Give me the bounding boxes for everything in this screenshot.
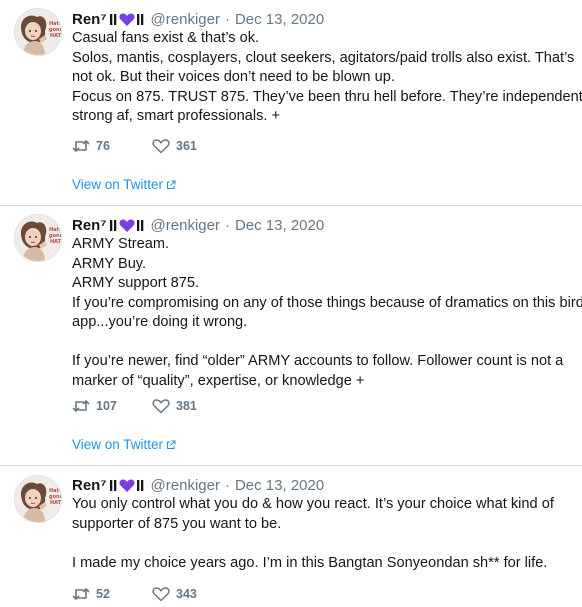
tweet-actions: 76 361	[72, 138, 197, 154]
separator-dot: ·	[224, 10, 230, 28]
retweet-icon	[72, 400, 90, 412]
svg-text:HATE: HATE	[50, 239, 61, 245]
tweet-text-line: ARMY Stream.	[72, 236, 170, 252]
like-button[interactable]: 361	[152, 138, 197, 154]
tweet-actions: 107 381	[72, 398, 197, 414]
view-on-twitter-link[interactable]: View on Twitter	[72, 177, 176, 192]
retweet-button[interactable]: 107	[72, 399, 152, 413]
tweet-text-line: Focus on 875. TRUST 875. They’ve been th…	[72, 88, 582, 105]
view-on-twitter-label: View on Twitter	[72, 437, 164, 452]
tweet-date[interactable]: Dec 13, 2020	[235, 11, 324, 28]
tweet-text-line: If you’re newer, find “older” ARMY accou…	[72, 353, 564, 369]
name-emoji-group	[109, 218, 145, 233]
tweet-text-line: app...you’re doing it wrong.	[72, 314, 248, 330]
view-on-twitter-label: View on Twitter	[72, 177, 164, 192]
like-count: 343	[176, 587, 197, 601]
avatar-illustration: Hater gonna HATE	[15, 9, 61, 55]
avatar[interactable]: Hater gonna HATE	[14, 8, 62, 56]
author-handle[interactable]: @renkiger	[151, 11, 220, 28]
retweet-icon	[72, 588, 90, 600]
tweet-date[interactable]: Dec 13, 2020	[235, 217, 324, 234]
bracket-glyph-icon	[136, 479, 143, 491]
tweet-text-line: strong af, smart professionals. +	[72, 108, 281, 124]
like-button[interactable]: 343	[152, 586, 197, 602]
retweet-button[interactable]: 76	[72, 139, 152, 153]
author-name[interactable]: Ren⁷	[72, 217, 107, 234]
purple-heart-icon	[119, 479, 135, 492]
heart-outline-icon	[152, 139, 170, 154]
author-name[interactable]: Ren⁷	[72, 11, 107, 28]
tweet-header: Ren⁷ @renkiger · Dec 13, 2020	[72, 215, 324, 235]
bracket-glyph-icon	[136, 13, 143, 25]
tweet-date[interactable]: Dec 13, 2020	[235, 477, 324, 494]
separator-dot: ·	[224, 216, 230, 234]
like-button[interactable]: 381	[152, 398, 197, 414]
author-handle[interactable]: @renkiger	[151, 477, 220, 494]
tweet-text: Casual fans exist & that’s ok. Solos, ma…	[72, 29, 582, 127]
heart-outline-icon	[152, 399, 170, 414]
svg-text:HATE: HATE	[50, 500, 61, 506]
tweet-card[interactable]: Hater gonna HATE Ren⁷ @renkiger · Dec 13…	[0, 0, 582, 204]
tweet-text-line: not ok. But their voices don’t need to b…	[72, 69, 395, 85]
retweet-count: 107	[96, 399, 117, 413]
purple-heart-icon	[119, 219, 135, 232]
tweet-card[interactable]: Hater gonna HATE Ren⁷ @renkiger · Dec 13…	[0, 206, 582, 464]
bracket-glyph-icon	[109, 219, 116, 231]
avatar[interactable]: Hater gonna HATE	[14, 214, 62, 262]
tweet-text-line: Solos, mantis, cosplayers, clout seekers…	[72, 49, 575, 66]
bracket-glyph-icon	[109, 13, 116, 25]
tweet-text: ARMY Stream. ARMY Buy. ARMY support 875.…	[72, 235, 582, 391]
like-count: 381	[176, 399, 197, 413]
tweet-text-line: ARMY support 875.	[72, 275, 200, 291]
view-on-twitter-link[interactable]: View on Twitter	[72, 437, 176, 452]
author-name[interactable]: Ren⁷	[72, 477, 107, 494]
bracket-glyph-icon	[136, 219, 143, 231]
tweet-actions: 52 343	[72, 586, 197, 602]
retweet-button[interactable]: 52	[72, 587, 152, 601]
retweet-icon	[72, 140, 90, 152]
heart-outline-icon	[152, 587, 170, 602]
purple-heart-icon	[119, 13, 135, 26]
tweet-text-line: supporter of 875 you want to be.	[72, 515, 282, 532]
tweet-text-line: You only control what you do & how you r…	[72, 496, 554, 512]
tweet-text-line: If you’re compromising on any of those t…	[72, 294, 582, 311]
tweet-feed: Hater gonna HATE Ren⁷ @renkiger · Dec 13…	[0, 0, 582, 607]
name-emoji-group	[109, 12, 145, 27]
avatar-illustration: Hater gonna HATE	[15, 476, 61, 522]
retweet-count: 76	[96, 139, 110, 153]
external-link-icon	[167, 180, 176, 189]
svg-text:HATE: HATE	[50, 33, 61, 39]
tweet-header: Ren⁷ @renkiger · Dec 13, 2020	[72, 9, 324, 29]
separator-dot: ·	[224, 476, 230, 494]
tweet-text-line: ARMY Buy.	[72, 255, 147, 272]
external-link-icon	[167, 440, 176, 449]
avatar[interactable]: Hater gonna HATE	[14, 475, 62, 523]
tweet-text-line: I made my choice years ago. I’m in this …	[72, 554, 548, 571]
tweet-text-line: Casual fans exist & that’s ok.	[72, 30, 260, 46]
like-count: 361	[176, 139, 197, 153]
retweet-count: 52	[96, 587, 110, 601]
tweet-text: You only control what you do & how you r…	[72, 495, 572, 573]
avatar-illustration: Hater gonna HATE	[15, 215, 61, 261]
tweet-text-line: marker of “quality”, expertise, or knowl…	[72, 372, 365, 389]
author-handle[interactable]: @renkiger	[151, 217, 220, 234]
bracket-glyph-icon	[109, 479, 116, 491]
name-emoji-group	[109, 478, 145, 493]
tweet-header: Ren⁷ @renkiger · Dec 13, 2020	[72, 475, 324, 495]
tweet-card[interactable]: Hater gonna HATE Ren⁷ @renkiger · Dec 13…	[0, 466, 582, 607]
